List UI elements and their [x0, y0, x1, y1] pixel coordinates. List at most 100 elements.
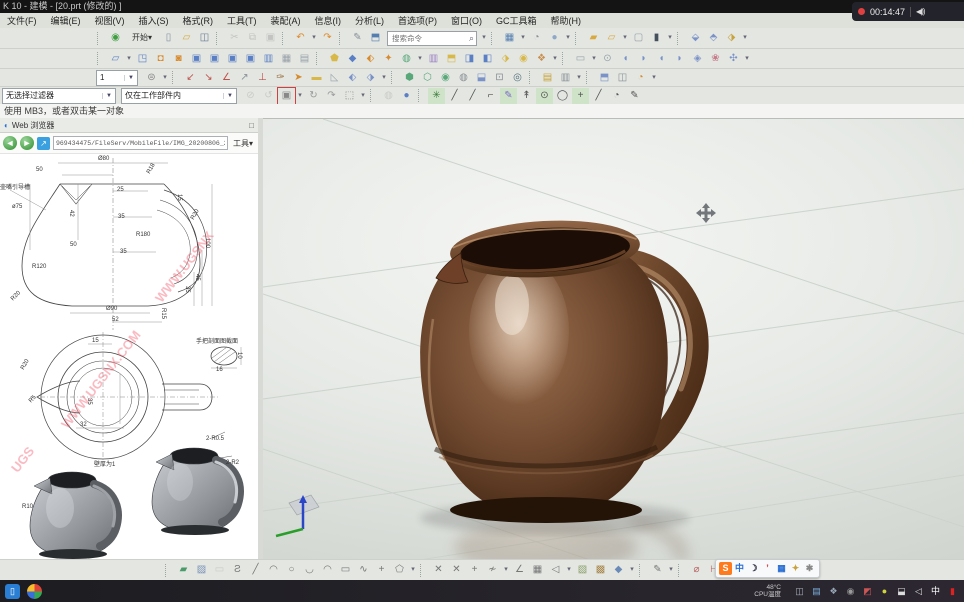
snap-endpoint-toggle[interactable]: ╱	[446, 88, 463, 104]
menu-insert[interactable]: 插入(S)	[132, 14, 176, 27]
studio-render-button[interactable]: ◍	[455, 70, 472, 86]
render-dropdown[interactable]: ▾	[575, 70, 583, 86]
tray-security-icon[interactable]: ●	[878, 585, 891, 598]
tray-network-icon[interactable]: ◉	[844, 585, 857, 598]
gallery-dropdown[interactable]: ▾	[621, 30, 629, 46]
sphere-dropdown[interactable]: ▾	[564, 30, 572, 46]
datum-csys-button[interactable]: ⬗	[362, 70, 379, 86]
undo-button[interactable]: ↶	[292, 30, 309, 46]
ime-punctuation-icon[interactable]: ’	[761, 562, 774, 575]
surface-more-dropdown[interactable]: ▾	[743, 51, 751, 67]
mirror-feature-button[interactable]: ▤	[296, 51, 313, 67]
menu-information[interactable]: 信息(I)	[308, 14, 349, 27]
sphere-snap-button[interactable]: ●	[398, 88, 415, 104]
pattern-curve-tool[interactable]: ▦	[529, 562, 546, 578]
float-panel-button[interactable]: □	[249, 121, 254, 130]
snap-center-toggle[interactable]: ⊙	[536, 87, 553, 104]
ime-language-icon[interactable]: 中	[733, 562, 746, 575]
wireframe-button[interactable]: ◉	[437, 70, 454, 86]
n-sided-surface-button[interactable]: ◈	[689, 51, 706, 67]
tray-edge-icon[interactable]: ▮	[946, 585, 959, 598]
shaded-edges-button[interactable]: ⬢	[401, 70, 418, 86]
tray-input-method-icon[interactable]: 中	[929, 585, 942, 598]
command-finder-button[interactable]: ◔	[528, 30, 545, 46]
menu-format[interactable]: 格式(R)	[176, 14, 221, 27]
intersect-button[interactable]: ▣	[242, 51, 259, 67]
ime-fullwidth-icon[interactable]: ☽	[747, 562, 760, 575]
search-dropdown[interactable]: ▾	[480, 30, 488, 46]
quick-trim-tool[interactable]: ✕	[430, 562, 447, 578]
window-dropdown[interactable]: ▾	[666, 30, 674, 46]
window-cascade-button[interactable]: ⬒	[596, 70, 613, 86]
browser-url-field[interactable]	[53, 136, 228, 150]
touch-mode-button[interactable]: ⬒	[367, 30, 384, 46]
window-gray-button[interactable]: ▢	[630, 30, 647, 46]
sweep-button[interactable]: ⬟	[326, 51, 343, 67]
menu-tools[interactable]: 工具(T)	[220, 14, 264, 27]
media-app-icon[interactable]	[27, 583, 42, 599]
shell-button[interactable]: ◍	[398, 51, 415, 67]
datum-plane-button[interactable]: ⬖	[344, 70, 361, 86]
annotate-button[interactable]: ✎	[349, 30, 366, 46]
studio-surface-button[interactable]: ❀	[707, 51, 724, 67]
cut-button[interactable]: ✂	[226, 30, 243, 46]
shaded-view-button[interactable]: ⬗	[723, 30, 740, 46]
trim-body-button[interactable]: ⬖	[362, 51, 379, 67]
window-layout-button[interactable]: ▦	[501, 30, 518, 46]
window-layout-dropdown[interactable]: ▾	[519, 30, 527, 46]
intersection-point-tool[interactable]: ▧	[574, 562, 591, 578]
menu-assemblies[interactable]: 装配(A)	[264, 14, 308, 27]
snap-intersection-toggle[interactable]: +	[572, 87, 589, 104]
circle-tool[interactable]: ○	[283, 562, 300, 578]
stripes-button[interactable]: ▥	[425, 51, 442, 67]
kettle-body[interactable]	[420, 243, 668, 523]
profile-tool[interactable]: Ƨ	[229, 562, 246, 578]
tray-display-icon[interactable]: ⬓	[895, 585, 908, 598]
hole-button[interactable]: ◘	[152, 51, 169, 67]
edit-more-dropdown[interactable]: ▾	[502, 562, 510, 578]
tray-file-icon[interactable]: ▤	[810, 585, 823, 598]
ime-toolbox-icon[interactable]: ✱	[803, 562, 816, 575]
snap-sketch-toggle[interactable]: ✎	[626, 88, 643, 104]
sketch-name-field[interactable]: ▭	[211, 562, 228, 578]
refresh-button[interactable]: ↻	[305, 88, 322, 104]
paste-button[interactable]: ▣	[262, 30, 279, 46]
surface-dropdown[interactable]: ▾	[590, 51, 598, 67]
reorient-button[interactable]: ↷	[323, 88, 340, 104]
view-dropdown[interactable]: ▾	[741, 30, 749, 46]
gallery2-button[interactable]: ▱	[603, 30, 620, 46]
snap-tangent-toggle[interactable]: ╱	[590, 88, 607, 104]
menu-window[interactable]: 窗口(O)	[444, 14, 489, 27]
rectangle-select-button[interactable]: ⬚	[341, 88, 358, 104]
mirror-curve-tool[interactable]: ◁	[547, 562, 564, 578]
true-shading-button[interactable]: ◎	[509, 70, 526, 86]
isometric-view-button[interactable]: ⬙	[687, 30, 704, 46]
menu-edit[interactable]: 编辑(E)	[44, 14, 88, 27]
snap-point-toggle[interactable]: ✳	[428, 87, 445, 104]
view-more-dropdown[interactable]: ▾	[650, 70, 658, 86]
spline-button[interactable]: ✑	[272, 70, 289, 86]
fillet-tool[interactable]: ◡	[301, 562, 318, 578]
project-curve-tool[interactable]: ◆	[610, 562, 627, 578]
point-tool[interactable]: +	[373, 562, 390, 578]
quick-extend-tool[interactable]: ✕	[448, 562, 465, 578]
cylinder-surface-button[interactable]: ⊙	[599, 51, 616, 67]
menu-preferences[interactable]: 首选项(P)	[391, 14, 444, 27]
layer-stack-icon[interactable]: ⊜	[143, 70, 160, 86]
arc-tool[interactable]: ◠	[265, 562, 282, 578]
active-selection-button[interactable]: ▣	[277, 86, 296, 105]
layer-combo[interactable]: 1 ▼	[96, 69, 138, 86]
three-point-arc-tool[interactable]: ◠	[319, 562, 336, 578]
menu-view[interactable]: 视图(V)	[88, 14, 132, 27]
menu-help[interactable]: 帮助(H)	[544, 14, 589, 27]
orientation-triad[interactable]	[275, 494, 320, 538]
make-corner-tool[interactable]: +	[466, 562, 483, 578]
start-menu-icon[interactable]: ◉	[107, 30, 124, 46]
layer-dropdown[interactable]: ▾	[161, 70, 169, 86]
through-curves-button[interactable]: ◗	[635, 51, 652, 67]
select-mode-dropdown[interactable]: ▾	[359, 88, 367, 104]
dimension-diameter-tool[interactable]: ⌀	[688, 562, 705, 578]
style-dropdown[interactable]: ▾	[667, 562, 675, 578]
sketch-style-tool[interactable]: ✎	[649, 562, 666, 578]
tray-bluetooth-icon[interactable]: ❖	[827, 585, 840, 598]
